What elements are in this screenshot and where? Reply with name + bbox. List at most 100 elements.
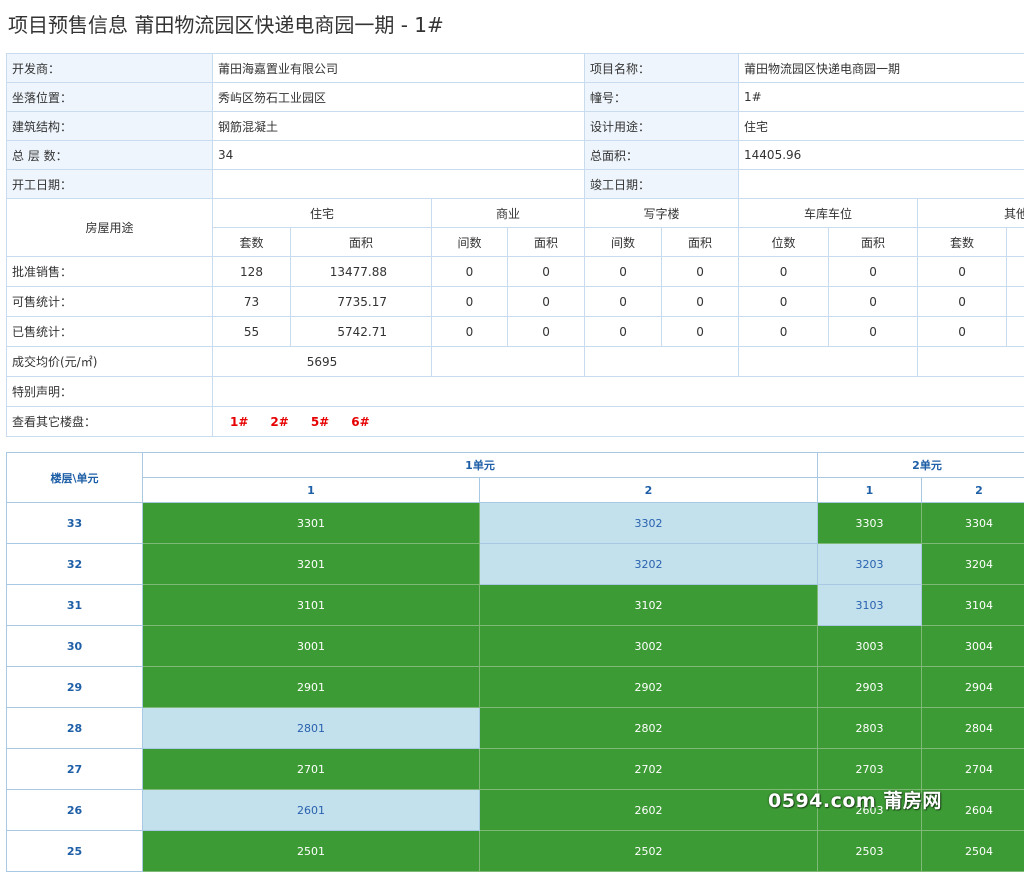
design-usage-value: 住宅 [739,112,1024,141]
stat-cell: 5742.71 [291,317,432,347]
room-cell[interactable]: 2602 [480,790,818,831]
unit-sub-header: 1 [143,478,480,503]
room-cell[interactable]: 2901 [143,667,480,708]
stat-cell: 0 [432,287,508,317]
floor-row: 313101310231033104 [7,585,1024,626]
unit-sub-header: 1 [818,478,922,503]
floor-row: 303001300230033004 [7,626,1024,667]
group-residential: 住宅 [213,199,432,228]
floor-row: 292901290229032904 [7,667,1024,708]
floor-label: 31 [7,585,143,626]
stat-cell: 0 [739,287,829,317]
floor-row: 333301330233033304 [7,503,1024,544]
floor-label: 28 [7,708,143,749]
available-stats-label: 可售统计： [7,287,213,317]
sub-header: 面积 [829,228,918,257]
floor-label: 27 [7,749,143,790]
room-cell[interactable]: 2502 [480,831,818,872]
other-buildings-links: 1# 2# 5# 6# [213,407,1024,437]
room-cell[interactable]: 3004 [922,626,1024,667]
unit-sub-header: 2 [480,478,818,503]
stat-cell: 0 [432,257,508,287]
room-cell[interactable]: 3303 [818,503,922,544]
room-cell[interactable]: 2601 [143,790,480,831]
room-cell[interactable]: 2902 [480,667,818,708]
floor-row: 323201320232033204 [7,544,1024,585]
stat-cell: 0 [918,287,1007,317]
unit-group-2: 2单元 [818,453,1024,478]
room-cell[interactable]: 2904 [922,667,1024,708]
room-cell[interactable]: 3102 [480,585,818,626]
room-cell[interactable]: 3202 [480,544,818,585]
developer-label: 开发商： [7,54,213,83]
notes-value [213,377,1024,407]
stat-cell: 73 [213,287,291,317]
location-label: 坐落位置： [7,83,213,112]
location-value: 秀屿区笏石工业园区 [213,83,585,112]
building-no-label: 幢号： [585,83,739,112]
other-buildings-label: 查看其它楼盘： [7,407,213,437]
room-cell[interactable]: 3001 [143,626,480,667]
room-cell[interactable]: 3103 [818,585,922,626]
group-parking: 车库车位 [739,199,918,228]
stat-cell: 0 [662,317,739,347]
avg-price-value: 5695 [213,347,432,377]
structure-label: 建筑结构： [7,112,213,141]
unit-group-1: 1单元 [143,453,818,478]
room-cell[interactable]: 2701 [143,749,480,790]
room-cell[interactable]: 3201 [143,544,480,585]
room-cell[interactable]: 3002 [480,626,818,667]
sold-stats-label: 已售统计： [7,317,213,347]
room-cell[interactable]: 2903 [818,667,922,708]
stat-cell: 7735.17 [291,287,432,317]
room-cell[interactable]: 3203 [818,544,922,585]
building-link-2[interactable]: 2# [270,415,288,429]
project-info-table: 开发商： 莆田海嘉置业有限公司 项目名称： 莆田物流园区快递电商园一期 坐落位置… [6,53,1024,437]
room-cell[interactable]: 3101 [143,585,480,626]
page-title: 项目预售信息 莆田物流园区快递电商园一期 - 1# [8,10,444,40]
room-cell[interactable]: 2503 [818,831,922,872]
room-cell[interactable]: 3204 [922,544,1024,585]
usage-row-header: 房屋用途 [7,199,213,257]
room-cell[interactable]: 3301 [143,503,480,544]
notes-label: 特别声明： [7,377,213,407]
stat-cell: 0 [662,287,739,317]
stat-cell: 13477.88 [291,257,432,287]
room-cell[interactable]: 2501 [143,831,480,872]
room-cell[interactable]: 2801 [143,708,480,749]
stat-cell: 0 [829,317,918,347]
unit-sub-header: 2 [922,478,1024,503]
sub-header: 位数 [739,228,829,257]
stat-cell: 0 [508,287,585,317]
floor-row: 272701270227032704 [7,749,1024,790]
room-cell[interactable]: 3304 [922,503,1024,544]
stat-cell: 0 [662,257,739,287]
floor-label: 26 [7,790,143,831]
stat-cell: 55 [213,317,291,347]
room-cell[interactable]: 3003 [818,626,922,667]
room-cell[interactable]: 3302 [480,503,818,544]
room-cell[interactable]: 3104 [922,585,1024,626]
room-cell[interactable]: 2802 [480,708,818,749]
stat-cell: 0 [829,257,918,287]
floor-label: 30 [7,626,143,667]
building-link-6[interactable]: 6# [351,415,369,429]
building-link-5[interactable]: 5# [311,415,329,429]
room-cell[interactable]: 2504 [922,831,1024,872]
room-cell[interactable]: 2804 [922,708,1024,749]
group-other: 其他 [918,199,1024,228]
room-cell[interactable]: 2703 [818,749,922,790]
total-area-label: 总面积： [585,141,739,170]
sub-header: 面积 [291,228,432,257]
group-commercial: 商业 [432,199,585,228]
stat-cell: 0 [585,287,662,317]
project-name-value: 莆田物流园区快递电商园一期 [739,54,1024,83]
room-cell[interactable]: 2704 [922,749,1024,790]
room-cell[interactable]: 2702 [480,749,818,790]
sub-header: 套数 [213,228,291,257]
finish-date-label: 竣工日期： [585,170,739,199]
sub-header: 套数 [918,228,1007,257]
room-cell[interactable]: 2803 [818,708,922,749]
building-link-1[interactable]: 1# [230,415,248,429]
floor-row: 282801280228032804 [7,708,1024,749]
